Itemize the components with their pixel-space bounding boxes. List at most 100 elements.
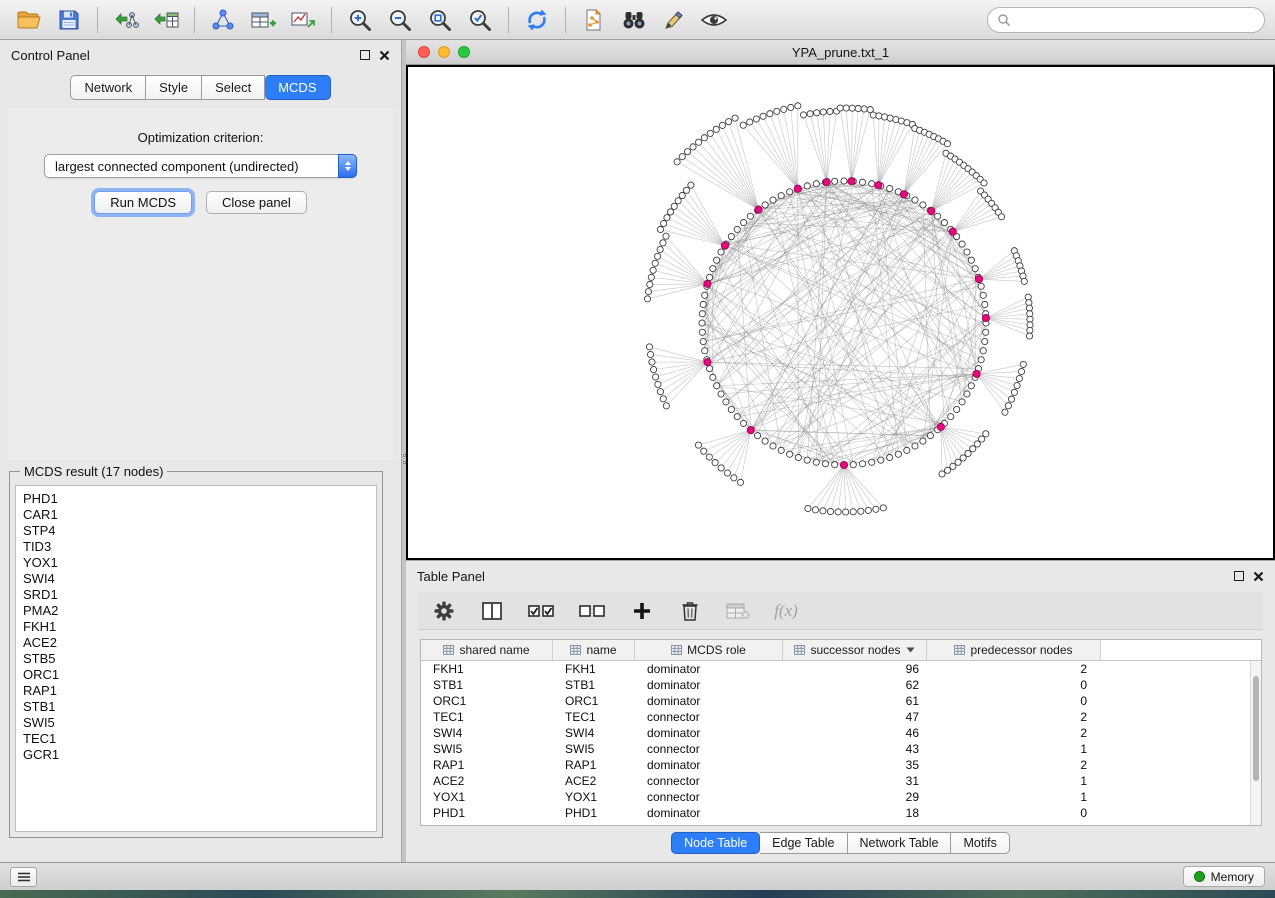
window-close-traffic-icon[interactable]: [418, 46, 430, 58]
mcds-result-item[interactable]: STP4: [23, 523, 376, 539]
deselect-all-button[interactable]: [579, 597, 606, 625]
column-header-filler: [1101, 640, 1261, 660]
column-header-mcds-role[interactable]: MCDS role: [635, 640, 783, 660]
tab-edge-table[interactable]: Edge Table: [760, 832, 847, 854]
mcds-result-item[interactable]: PHD1: [23, 491, 376, 507]
cell-successor-nodes: 29: [783, 789, 927, 805]
node-table: shared name name MCDS role successor nod…: [420, 639, 1262, 826]
refresh-button[interactable]: [518, 4, 556, 36]
zoom-out-button[interactable]: [381, 4, 419, 36]
mcds-result-item[interactable]: GCR1: [23, 747, 376, 763]
panel-splitter-handle[interactable]: [401, 447, 407, 471]
memory-button[interactable]: Memory: [1183, 866, 1265, 887]
zoom-selected-button[interactable]: [461, 4, 499, 36]
mcds-result-item[interactable]: ORC1: [23, 667, 376, 683]
mcds-result-item[interactable]: YOX1: [23, 555, 376, 571]
mcds-result-item[interactable]: PMA2: [23, 603, 376, 619]
table-row[interactable]: FKH1 FKH1 dominator 96 2: [421, 661, 1250, 677]
table-row[interactable]: YOX1 YOX1 connector 29 1: [421, 789, 1250, 805]
run-mcds-button[interactable]: Run MCDS: [94, 191, 192, 214]
mcds-result-item[interactable]: FKH1: [23, 619, 376, 635]
window-minimize-traffic-icon[interactable]: [438, 46, 450, 58]
mcds-result-item[interactable]: SRD1: [23, 587, 376, 603]
column-header-shared-name[interactable]: shared name: [421, 640, 553, 660]
table-row[interactable]: ORC1 ORC1 dominator 61 0: [421, 693, 1250, 709]
window-zoom-traffic-icon[interactable]: [458, 46, 470, 58]
style-button[interactable]: [655, 4, 693, 36]
network-window-title: YPA_prune.txt_1: [406, 45, 1275, 60]
delete-table-button-disabled: [726, 597, 750, 625]
optimization-criterion-dropdown[interactable]: largest connected component (undirected): [44, 154, 357, 178]
tab-motifs[interactable]: Motifs: [951, 832, 1009, 854]
cell-mcds-role: connector: [635, 789, 783, 805]
show-hide-button[interactable]: [695, 4, 733, 36]
table-scrollbar[interactable]: [1250, 661, 1261, 825]
mcds-result-title: MCDS result (17 nodes): [20, 464, 167, 479]
mcds-result-item[interactable]: ACE2: [23, 635, 376, 651]
tab-mcds[interactable]: MCDS: [265, 75, 330, 100]
float-panel-icon[interactable]: [1234, 571, 1244, 581]
tab-style[interactable]: Style: [146, 75, 202, 100]
search-input[interactable]: [1016, 13, 1255, 27]
zoom-selected-icon: [467, 7, 493, 33]
close-panel-button[interactable]: Close panel: [206, 191, 307, 214]
status-menu-button[interactable]: [10, 867, 37, 887]
table-row[interactable]: TEC1 TEC1 connector 47 2: [421, 709, 1250, 725]
cell-successor-nodes: 35: [783, 757, 927, 773]
import-table-button[interactable]: [147, 4, 185, 36]
zoom-fit-button[interactable]: [421, 4, 459, 36]
binoculars-icon: [620, 9, 648, 31]
close-panel-icon[interactable]: [379, 50, 390, 61]
select-all-icon: [528, 602, 555, 620]
tab-node-table[interactable]: Node Table: [671, 832, 760, 854]
mcds-result-list[interactable]: PHD1 CAR1 STP4 TID3 YOX1 SWI4 SRD1 PMA2 …: [15, 485, 377, 832]
global-search-field[interactable]: [987, 7, 1265, 33]
table-panel-title: Table Panel: [417, 569, 485, 584]
column-header-predecessor-nodes[interactable]: predecessor nodes: [927, 640, 1101, 660]
table-row[interactable]: SWI4 SWI4 dominator 46 2: [421, 725, 1250, 741]
show-columns-button[interactable]: [480, 597, 504, 625]
network-canvas[interactable]: [408, 67, 1273, 558]
column-header-name[interactable]: name: [553, 640, 635, 660]
new-network-button[interactable]: [204, 4, 242, 36]
mcds-result-item[interactable]: STB5: [23, 651, 376, 667]
table-row[interactable]: RAP1 RAP1 dominator 35 2: [421, 757, 1250, 773]
find-button[interactable]: [615, 4, 653, 36]
select-all-button[interactable]: [528, 597, 555, 625]
export-image-button[interactable]: [284, 4, 322, 36]
open-file-button[interactable]: [10, 4, 48, 36]
cell-predecessor-nodes: 1: [927, 773, 1101, 789]
cell-predecessor-nodes: 2: [927, 709, 1101, 725]
mcds-result-item[interactable]: RAP1: [23, 683, 376, 699]
tab-network-table[interactable]: Network Table: [848, 832, 952, 854]
tab-select[interactable]: Select: [202, 75, 265, 100]
network-view[interactable]: [406, 65, 1275, 560]
cell-name: PHD1: [553, 805, 635, 821]
close-panel-icon[interactable]: [1253, 571, 1264, 582]
mcds-result-item[interactable]: STB1: [23, 699, 376, 715]
mcds-result-item[interactable]: TID3: [23, 539, 376, 555]
delete-column-button[interactable]: [678, 597, 702, 625]
share-network-button[interactable]: [575, 4, 613, 36]
float-panel-icon[interactable]: [360, 50, 370, 60]
cell-shared-name: RAP1: [421, 757, 553, 773]
table-row[interactable]: ACE2 ACE2 connector 31 1: [421, 773, 1250, 789]
mcds-result-item[interactable]: CAR1: [23, 507, 376, 523]
save-button[interactable]: [50, 4, 88, 36]
table-scrollbar-thumb[interactable]: [1253, 676, 1259, 781]
deselect-all-icon: [579, 602, 606, 620]
import-network-button[interactable]: [107, 4, 145, 36]
table-row[interactable]: SWI5 SWI5 connector 43 1: [421, 741, 1250, 757]
new-table-button[interactable]: [244, 4, 282, 36]
table-settings-button[interactable]: [432, 597, 456, 625]
network-window-titlebar[interactable]: YPA_prune.txt_1: [406, 40, 1275, 65]
mcds-result-item[interactable]: TEC1: [23, 731, 376, 747]
table-row[interactable]: STB1 STB1 dominator 62 0: [421, 677, 1250, 693]
tab-network[interactable]: Network: [70, 75, 146, 100]
table-row[interactable]: PHD1 PHD1 dominator 18 0: [421, 805, 1250, 821]
mcds-result-item[interactable]: SWI4: [23, 571, 376, 587]
mcds-result-item[interactable]: SWI5: [23, 715, 376, 731]
zoom-in-button[interactable]: [341, 4, 379, 36]
add-column-button[interactable]: [630, 597, 654, 625]
column-header-successor-nodes[interactable]: successor nodes: [783, 640, 927, 660]
